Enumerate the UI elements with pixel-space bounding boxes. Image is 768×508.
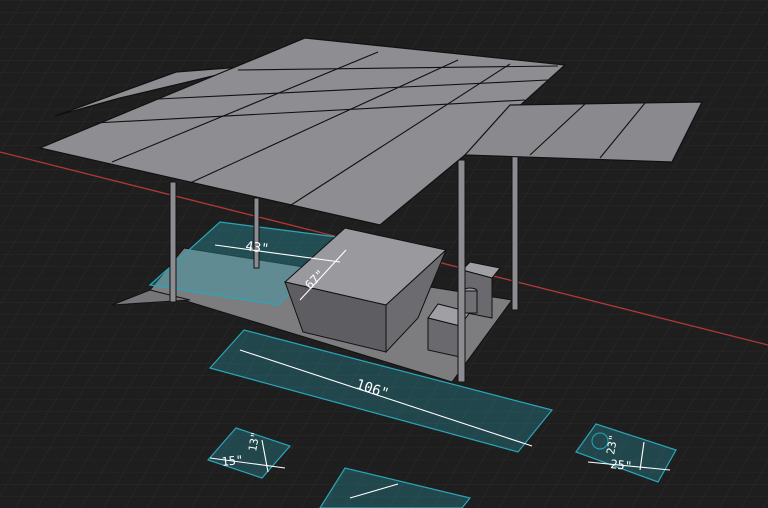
scene-canvas[interactable]: 43" 67" 106" 15" 13" 23" 25" (0, 0, 768, 508)
3d-viewport[interactable]: 43" 67" 106" 15" 13" 23" 25" (0, 0, 768, 508)
dim-label-left-15[interactable]: 15" (221, 453, 244, 469)
dim-label-right-25[interactable]: 25" (610, 457, 633, 473)
